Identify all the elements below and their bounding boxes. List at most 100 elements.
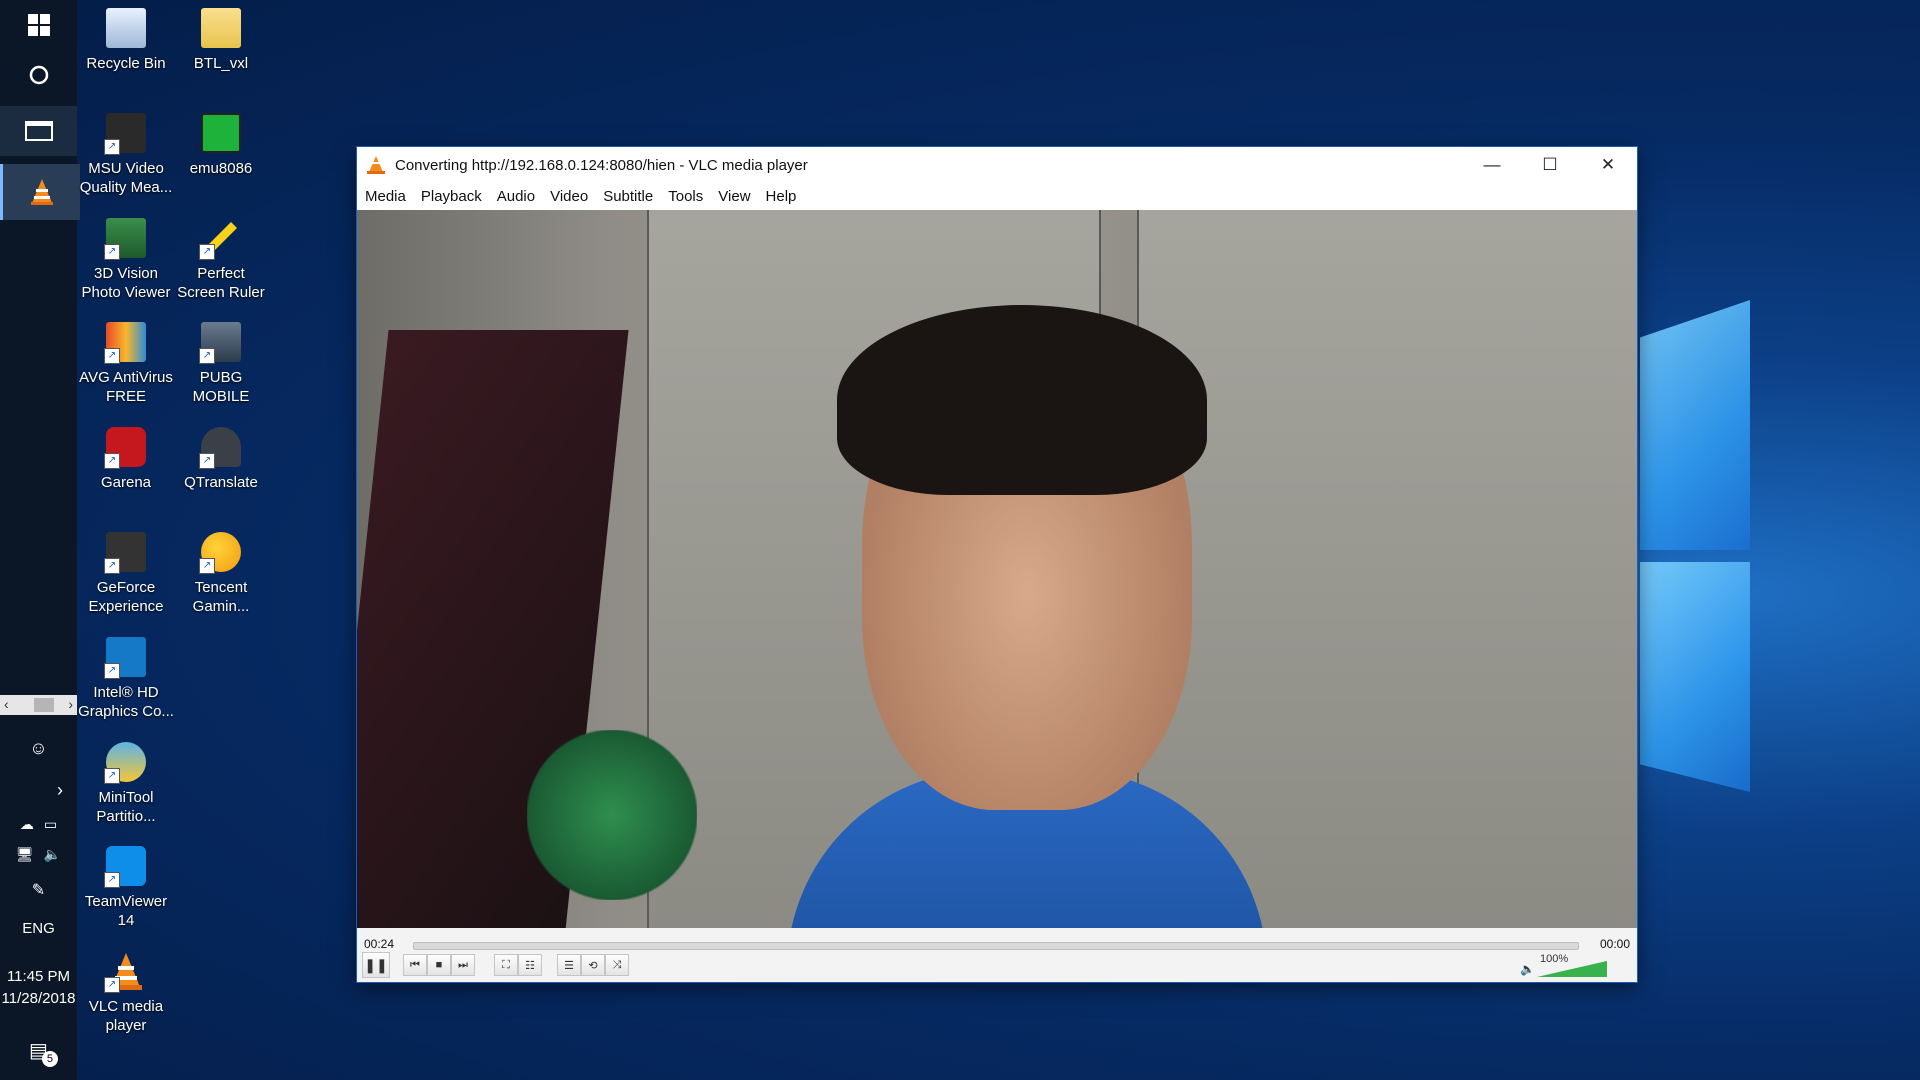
menu-media[interactable]: Media: [365, 188, 406, 205]
extended-settings-button[interactable]: ☷: [518, 954, 542, 976]
msu-icon: ↗: [104, 113, 146, 155]
desktop-icon-label: BTL_vxl: [193, 55, 249, 72]
show-hidden-icons-button[interactable]: ›: [0, 776, 77, 804]
garena-icon: ↗: [104, 427, 146, 469]
person-hair: [837, 305, 1207, 495]
volume-slider[interactable]: [1537, 960, 1609, 978]
start-button[interactable]: [0, 0, 77, 50]
loop-button[interactable]: ⟲: [581, 954, 605, 976]
chip-icon: [201, 113, 241, 153]
avg-icon: ↗: [104, 322, 146, 364]
taskbar-vlc-button[interactable]: [0, 164, 80, 220]
maximize-button[interactable]: ☐: [1521, 147, 1579, 183]
close-button[interactable]: ✕: [1579, 147, 1637, 183]
language-indicator[interactable]: ENG: [0, 920, 77, 937]
shuffle-button[interactable]: ⤨: [605, 954, 629, 976]
pen-icon: ✎: [31, 882, 46, 899]
menu-video[interactable]: Video: [550, 188, 588, 205]
remaining-time[interactable]: 00:00: [1600, 937, 1630, 951]
volume-level-fill: [1537, 961, 1607, 977]
desktop-icon-emu8086[interactable]: emu8086: [173, 113, 269, 178]
fullscreen-button[interactable]: ⛶: [494, 954, 518, 976]
desktop-icon-intel[interactable]: ↗ Intel® HD Graphics Co...: [78, 637, 174, 721]
battery-icon[interactable]: ▭: [44, 816, 57, 833]
desktop-icon-label: TeamViewer 14: [84, 893, 168, 929]
pen-workspace-button[interactable]: ✎: [0, 872, 77, 908]
desktop-icon-pubg[interactable]: ↗ PUBG MOBILE: [173, 322, 269, 406]
geforce-icon: ↗: [104, 532, 146, 574]
chevron-right-icon[interactable]: ›: [68, 696, 73, 712]
desktop-icon-teamviewer[interactable]: ↗ TeamViewer 14: [78, 846, 174, 930]
playlist-button[interactable]: ☰: [557, 954, 581, 976]
desktop-icon-label: QTranslate: [184, 474, 258, 491]
next-button[interactable]: ⏭: [451, 954, 475, 976]
ruler-icon: ↗: [199, 218, 241, 260]
qtranslate-icon: ↗: [199, 427, 241, 469]
desktop-icon-geforce[interactable]: ↗ GeForce Experience: [78, 532, 174, 616]
windows-logo-wallpaper: [1640, 300, 1920, 800]
taskbar: ‹ › ☺ › ☁ ▭ 🖥 🔈 ✎ ENG 11:45 PM 11/28/2018 …: [0, 0, 80, 1080]
clock-time[interactable]: 11:45 PM: [0, 968, 77, 985]
desktop-icon-minitool[interactable]: ↗ MiniTool Partitio...: [78, 742, 174, 826]
vlc-controls: 00:24 00:00 ❚❚ ⏮ ■ ⏭ ⛶ ☷ ☰ ⟲ ⤨ 🔈 100%: [357, 928, 1637, 982]
action-center-button[interactable]: ▤ 5: [0, 1030, 77, 1070]
stop-button[interactable]: ■: [427, 954, 451, 976]
desktop-icon-label: Recycle Bin: [86, 55, 166, 72]
menu-audio[interactable]: Audio: [497, 188, 535, 205]
seek-slider[interactable]: [413, 942, 1579, 950]
plant: [527, 730, 697, 900]
minimize-button[interactable]: —: [1463, 147, 1521, 183]
cloud-icon[interactable]: ☁: [20, 816, 34, 833]
previous-button[interactable]: ⏮: [403, 954, 427, 976]
desktop-icon-perfect-ruler[interactable]: ↗ Perfect Screen Ruler: [173, 218, 269, 302]
desktop-icon-btl-vxl[interactable]: BTL_vxl: [173, 8, 269, 73]
desktop-icon-recycle-bin[interactable]: Recycle Bin: [78, 8, 174, 73]
desktop-icon-label: Perfect Screen Ruler: [177, 265, 265, 301]
desktop-icon-label: Intel® HD Graphics Co...: [78, 684, 174, 720]
tencent-icon: ↗: [199, 532, 241, 574]
vlc-cone-icon: [30, 179, 53, 205]
volume-speaker-icon[interactable]: 🔈: [1520, 962, 1535, 976]
menu-tools[interactable]: Tools: [668, 188, 703, 205]
desktop-icon-label: Garena: [100, 474, 152, 491]
task-view-button[interactable]: [0, 106, 77, 156]
desktop-icon-avg[interactable]: ↗ AVG AntiVirus FREE: [78, 322, 174, 406]
vlc-icon: ↗: [104, 951, 146, 993]
cortana-circle-icon: [29, 65, 48, 85]
menu-help[interactable]: Help: [766, 188, 797, 205]
clock-date[interactable]: 11/28/2018: [0, 990, 77, 1007]
skip-forward-icon: ⏭: [458, 958, 468, 971]
loop-icon: ⟲: [588, 959, 598, 972]
desktop-icon-tencent[interactable]: ↗ Tencent Gamin...: [173, 532, 269, 616]
pubg-icon: ↗: [199, 322, 241, 364]
recycle-bin-icon: [106, 8, 146, 48]
network-icon[interactable]: 🖥: [16, 846, 34, 863]
scroll-thumb[interactable]: [34, 698, 54, 712]
people-button[interactable]: ☺: [0, 730, 77, 766]
tray-row-1: ☁ ▭: [0, 810, 77, 838]
speaker-icon[interactable]: 🔈: [44, 846, 61, 863]
desktop-icon-qtranslate[interactable]: ↗ QTranslate: [173, 427, 269, 492]
desktop-icon-garena[interactable]: ↗ Garena: [78, 427, 174, 492]
desktop-icon-label: MiniTool Partitio...: [96, 789, 156, 825]
elapsed-time: 00:24: [364, 937, 395, 951]
pause-icon: ❚❚: [364, 956, 388, 973]
chevron-left-icon[interactable]: ‹: [4, 696, 9, 712]
pause-button[interactable]: ❚❚: [362, 952, 390, 978]
menu-playback[interactable]: Playback: [421, 188, 482, 205]
desktop-icon-msu-video[interactable]: ↗ MSU Video Quality Mea...: [78, 113, 174, 197]
vlc-cone-icon: [367, 156, 385, 174]
minitool-icon: ↗: [104, 742, 146, 784]
cortana-button[interactable]: [0, 50, 77, 100]
stop-icon: ■: [435, 959, 443, 971]
menu-view[interactable]: View: [718, 188, 750, 205]
desktop-icon-vlc[interactable]: ↗ VLC media player: [78, 951, 174, 1035]
people-icon: ☺: [29, 737, 48, 758]
locker-right: [1137, 210, 1637, 928]
vlc-title-bar[interactable]: Converting http://192.168.0.124:8080/hie…: [357, 147, 1637, 183]
teamviewer-icon: ↗: [104, 846, 146, 888]
taskbar-scrollbar[interactable]: ‹ ›: [0, 695, 77, 715]
video-display[interactable]: [357, 210, 1637, 928]
menu-subtitle[interactable]: Subtitle: [603, 188, 653, 205]
desktop-icon-3d-vision[interactable]: ↗ 3D Vision Photo Viewer: [78, 218, 174, 302]
